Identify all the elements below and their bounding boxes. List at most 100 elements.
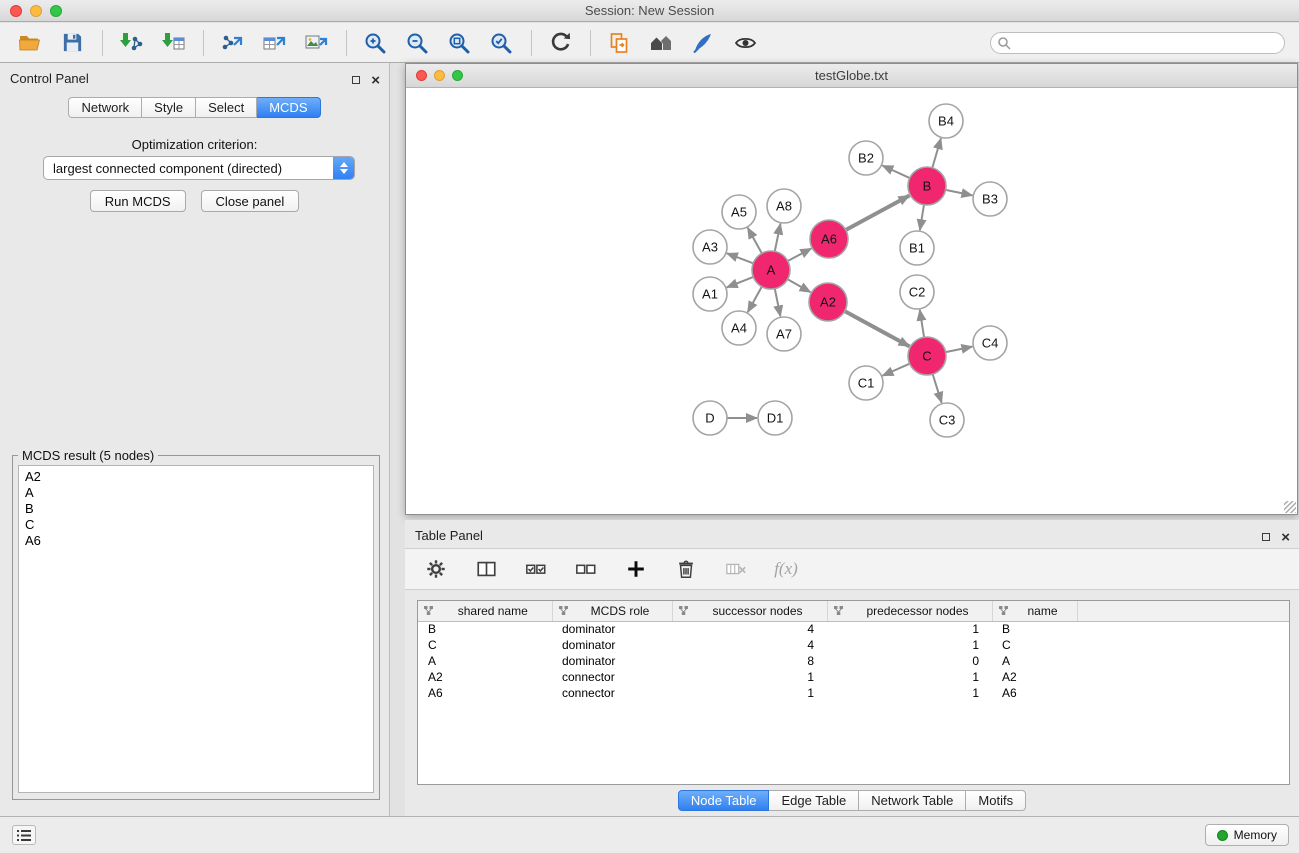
table-cell[interactable]: C	[418, 637, 552, 653]
node-C4[interactable]: C4	[973, 326, 1007, 360]
edge-C-C1[interactable]	[882, 364, 909, 376]
edge-A-A6[interactable]	[788, 248, 812, 261]
node-C1[interactable]: C1	[849, 366, 883, 400]
close-panel-button[interactable]: Close panel	[201, 190, 300, 212]
run-mcds-button[interactable]: Run MCDS	[90, 190, 186, 212]
zoom-in-icon[interactable]	[359, 28, 391, 58]
edge-A2-C[interactable]	[845, 311, 910, 346]
export-network-icon[interactable]	[216, 28, 248, 58]
table-cell[interactable]: connector	[552, 685, 672, 701]
node-B4[interactable]: B4	[929, 104, 963, 138]
network-close-icon[interactable]	[416, 70, 427, 81]
mcds-result-item[interactable]: B	[23, 501, 369, 517]
node-A3[interactable]: A3	[693, 230, 727, 264]
edge-A-A7[interactable]	[775, 289, 781, 317]
node-C2[interactable]: C2	[900, 275, 934, 309]
resize-handle-icon[interactable]	[1284, 501, 1296, 513]
table-cell[interactable]: A6	[418, 685, 552, 701]
table-cell[interactable]: A	[992, 653, 1077, 669]
tab-style[interactable]: Style	[142, 97, 196, 118]
network-minimize-icon[interactable]	[434, 70, 445, 81]
open-session-icon[interactable]	[14, 28, 46, 58]
control-panel-close-icon[interactable]: ×	[371, 75, 380, 86]
gear-icon[interactable]	[423, 556, 449, 582]
table-row[interactable]: Cdominator41C	[418, 637, 1289, 653]
table-cell[interactable]: 4	[672, 637, 827, 653]
node-A4[interactable]: A4	[722, 311, 756, 345]
node-A2[interactable]: A2	[809, 283, 847, 321]
tab-select[interactable]: Select	[196, 97, 257, 118]
export-table-icon[interactable]	[258, 28, 290, 58]
deselect-all-icon[interactable]	[573, 556, 599, 582]
node-A6[interactable]: A6	[810, 220, 848, 258]
zoom-out-icon[interactable]	[401, 28, 433, 58]
network-zoom-icon[interactable]	[452, 70, 463, 81]
table-panel-float-icon[interactable]	[1262, 528, 1270, 546]
node-A5[interactable]: A5	[722, 195, 756, 229]
memory-button[interactable]: Memory	[1205, 824, 1289, 846]
node-B1[interactable]: B1	[900, 231, 934, 265]
node-A8[interactable]: A8	[767, 189, 801, 223]
table-cell[interactable]: dominator	[552, 653, 672, 669]
network-canvas[interactable]: AA1A2A3A4A5A6A7A8BB1B2B3B4CC1C2C3C4DD1	[406, 89, 1297, 514]
node-C3[interactable]: C3	[930, 403, 964, 437]
clear-table-icon[interactable]	[723, 556, 749, 582]
edge-C-C3[interactable]	[933, 374, 942, 403]
table-cell[interactable]: C	[992, 637, 1077, 653]
node-B2[interactable]: B2	[849, 141, 883, 175]
edge-A-A1[interactable]	[727, 277, 754, 287]
node-A[interactable]: A	[752, 251, 790, 289]
mcds-result-item[interactable]: C	[23, 517, 369, 533]
edge-C-C4[interactable]	[946, 347, 973, 353]
delete-column-icon[interactable]	[673, 556, 699, 582]
tab-mcds[interactable]: MCDS	[257, 97, 320, 118]
select-all-icon[interactable]	[523, 556, 549, 582]
control-panel-float-icon[interactable]	[352, 71, 360, 89]
column-header-predecessor-nodes[interactable]: predecessor nodes	[827, 601, 992, 621]
table-cell[interactable]: dominator	[552, 637, 672, 653]
edge-A-A2[interactable]	[788, 279, 811, 292]
node-A7[interactable]: A7	[767, 317, 801, 351]
mcds-result-list[interactable]: A2ABCA6	[18, 465, 374, 793]
node-B3[interactable]: B3	[973, 182, 1007, 216]
table-row[interactable]: Bdominator41B	[418, 621, 1289, 637]
optimization-criterion-select[interactable]: largest connected component (directed)	[43, 156, 355, 180]
column-settings-icon[interactable]	[473, 556, 499, 582]
add-column-icon[interactable]	[623, 556, 649, 582]
mcds-result-item[interactable]: A	[23, 485, 369, 501]
node-D1[interactable]: D1	[758, 401, 792, 435]
table-cell[interactable]: 1	[827, 637, 992, 653]
export-image-icon[interactable]	[300, 28, 332, 58]
table-cell[interactable]: 1	[827, 621, 992, 637]
table-row[interactable]: A2connector11A2	[418, 669, 1289, 685]
search-input[interactable]	[990, 32, 1285, 54]
table-cell[interactable]: 0	[827, 653, 992, 669]
edge-A-A3[interactable]	[727, 253, 753, 263]
zoom-selected-icon[interactable]	[485, 28, 517, 58]
tab-network-table[interactable]: Network Table	[859, 790, 966, 811]
edge-A-A5[interactable]	[748, 228, 762, 254]
import-network-file-icon[interactable]	[115, 28, 147, 58]
function-builder-icon[interactable]: f(x)	[773, 556, 799, 582]
eye-icon[interactable]	[729, 28, 761, 58]
table-cell[interactable]: 1	[672, 669, 827, 685]
network-window-titlebar[interactable]: testGlobe.txt	[406, 64, 1297, 88]
tab-edge-table[interactable]: Edge Table	[769, 790, 859, 811]
panel-list-icon[interactable]	[12, 825, 36, 845]
table-cell[interactable]: A6	[992, 685, 1077, 701]
node-D[interactable]: D	[693, 401, 727, 435]
network-graph[interactable]: AA1A2A3A4A5A6A7A8BB1B2B3B4CC1C2C3C4DD1	[406, 89, 1297, 514]
table-cell[interactable]: 1	[827, 669, 992, 685]
tab-node-table[interactable]: Node Table	[678, 790, 770, 811]
edge-B-B3[interactable]	[946, 190, 973, 196]
column-header-shared-name[interactable]: shared name	[418, 601, 552, 621]
home-icon[interactable]	[645, 28, 677, 58]
style-brush-icon[interactable]	[687, 28, 719, 58]
minimize-window-icon[interactable]	[30, 5, 42, 17]
table-cell[interactable]: 1	[827, 685, 992, 701]
tab-network[interactable]: Network	[68, 97, 142, 118]
table-cell[interactable]: connector	[552, 669, 672, 685]
edge-A-A4[interactable]	[748, 287, 762, 313]
table-cell[interactable]: A	[418, 653, 552, 669]
save-session-icon[interactable]	[56, 28, 88, 58]
